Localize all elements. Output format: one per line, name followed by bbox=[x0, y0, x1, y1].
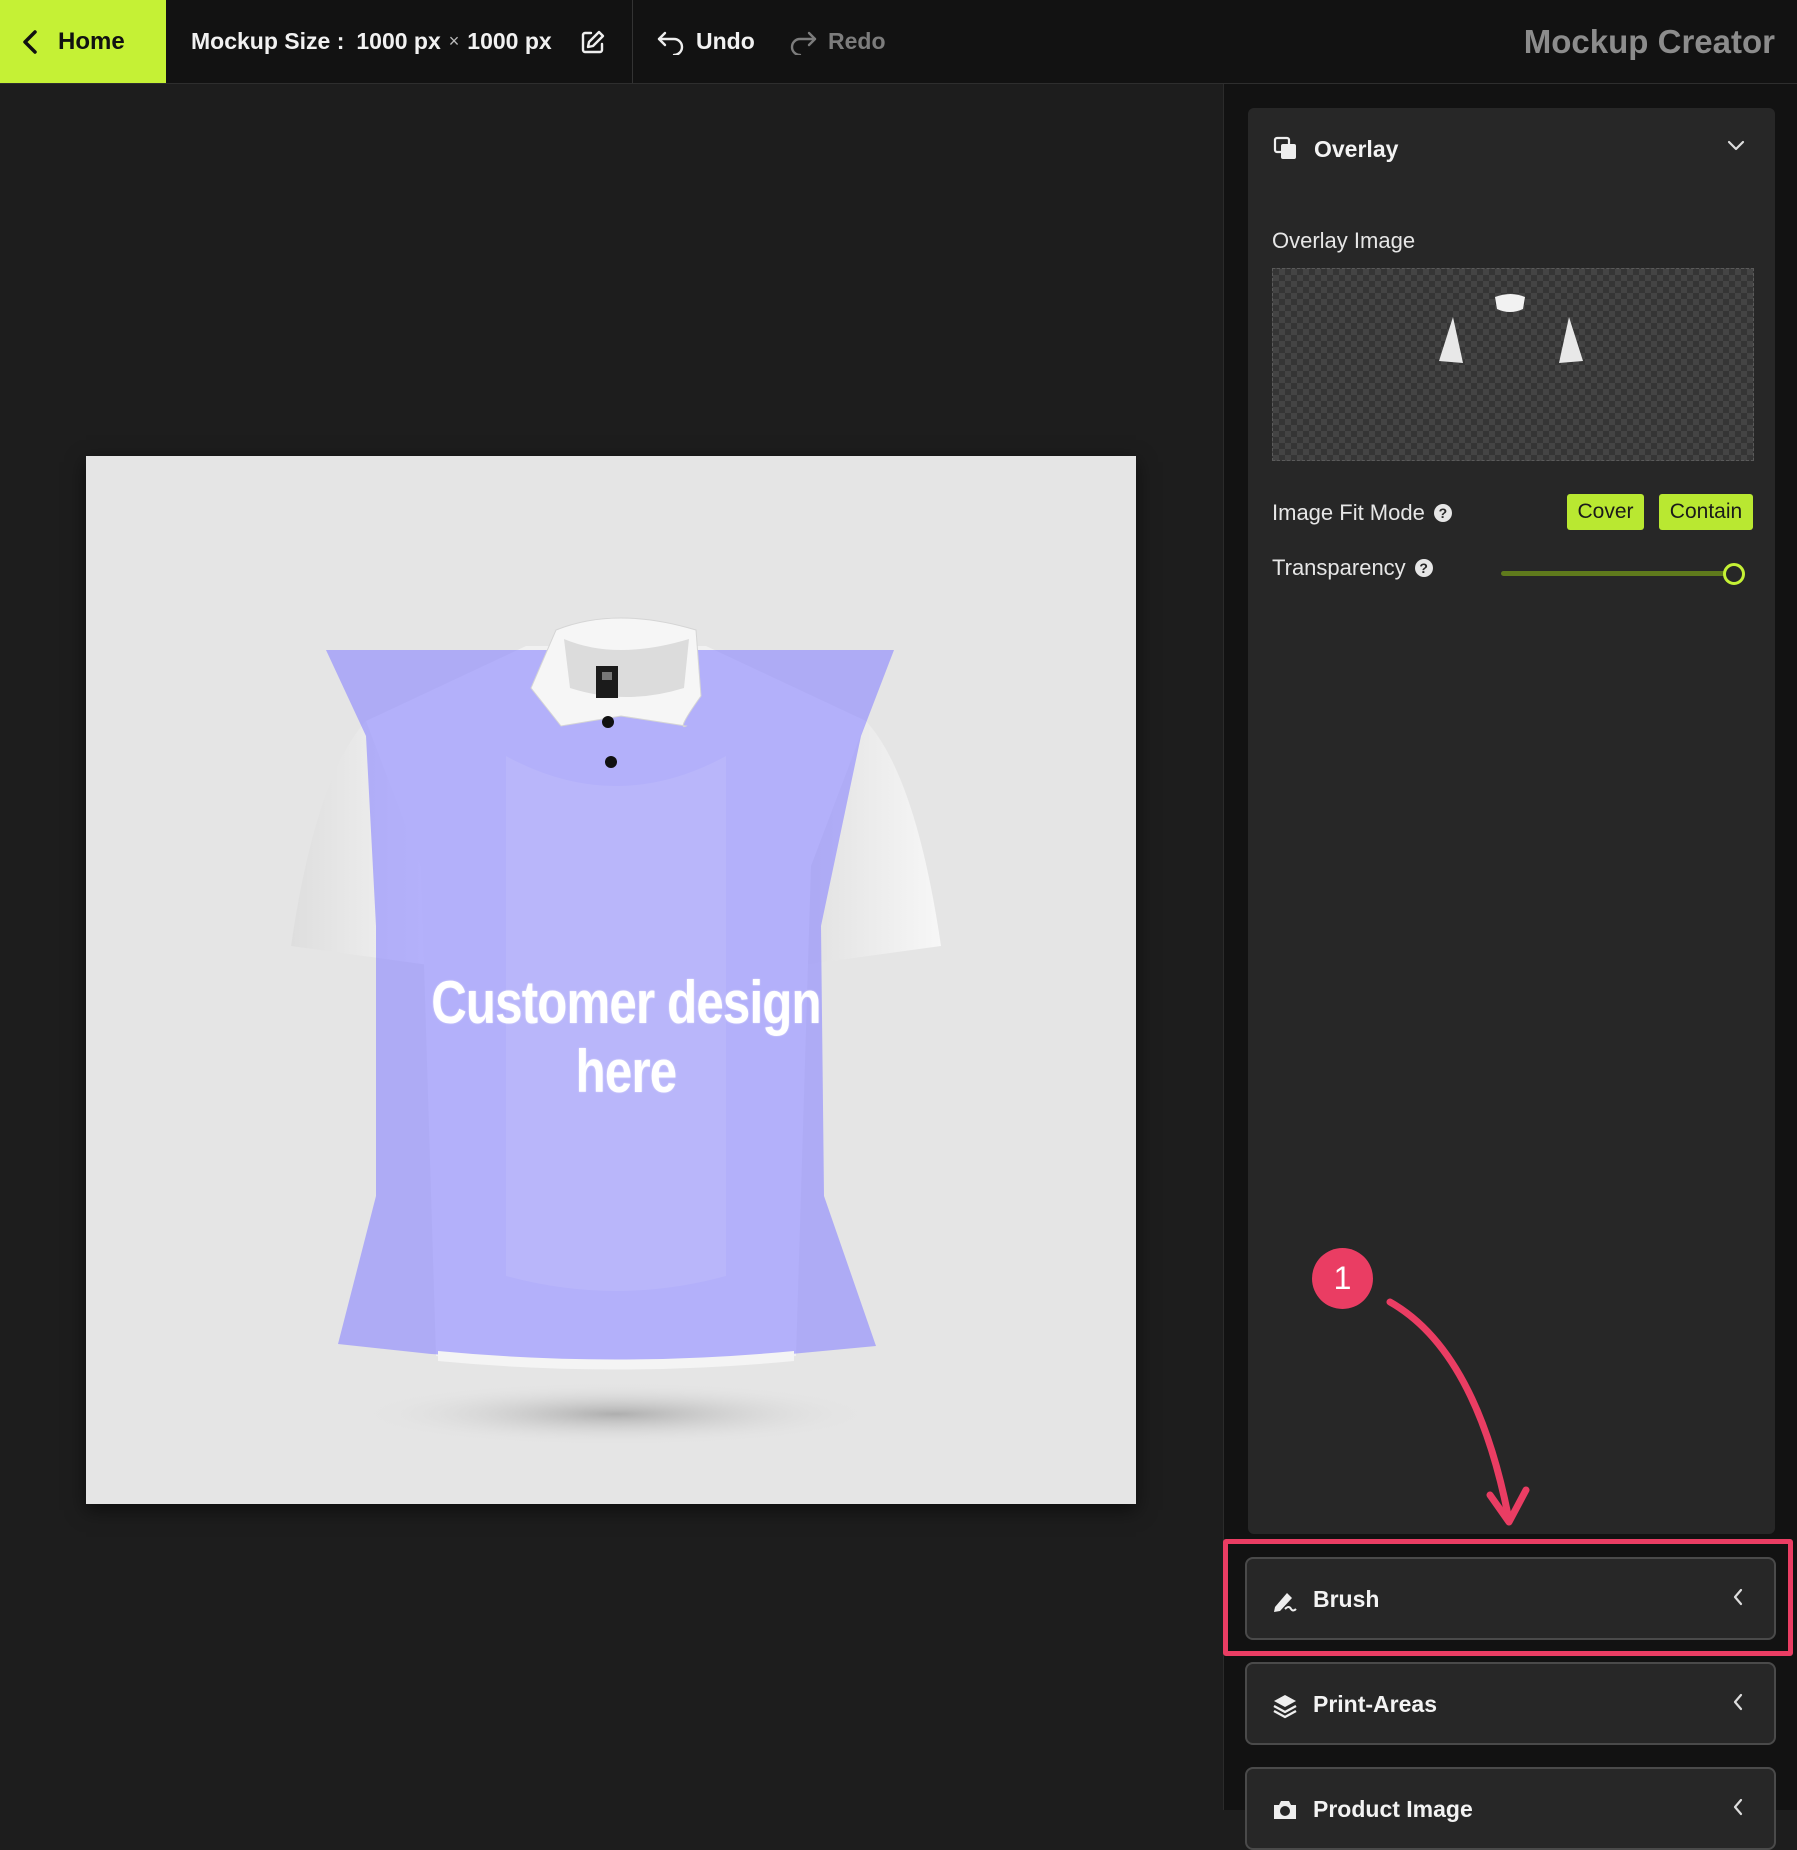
overlay-image-preview bbox=[1439, 294, 1583, 363]
slider-handle[interactable] bbox=[1723, 563, 1745, 585]
times-sign: × bbox=[448, 31, 460, 51]
mockup-size-group: Mockup Size : 1000 px × 1000 px bbox=[166, 0, 633, 83]
mockup-canvas[interactable]: Customer design here bbox=[86, 456, 1136, 1504]
edit-size-button[interactable] bbox=[580, 29, 606, 55]
print-areas-panel-header[interactable]: Print-Areas bbox=[1245, 1662, 1776, 1745]
chevron-left-icon bbox=[1733, 1798, 1743, 1816]
overlay-title: Overlay bbox=[1314, 136, 1399, 162]
brush-icon bbox=[1274, 1593, 1297, 1612]
undo-icon bbox=[657, 31, 684, 55]
product-image-panel-header[interactable]: Product Image bbox=[1245, 1767, 1776, 1850]
transparency-label: Transparency ? bbox=[1272, 555, 1433, 581]
design-placeholder-text: Customer design here bbox=[431, 969, 821, 1105]
overlay-image-label: Overlay Image bbox=[1272, 228, 1416, 253]
slider-track bbox=[1501, 571, 1731, 576]
fit-contain-button[interactable]: Contain bbox=[1659, 494, 1753, 530]
mockup-size-label: Mockup Size : bbox=[191, 28, 345, 54]
fit-cover-button[interactable]: Cover bbox=[1567, 494, 1644, 530]
app-title: Mockup Creator bbox=[1523, 22, 1775, 60]
edit-icon bbox=[581, 30, 604, 53]
step-badge: 1 bbox=[1312, 1248, 1373, 1309]
home-button[interactable]: Home bbox=[0, 0, 166, 83]
chevron-down-icon bbox=[1727, 140, 1745, 151]
top-bar: Home Mockup Size : 1000 px × 1000 px Und… bbox=[0, 0, 1797, 84]
help-icon[interactable]: ? bbox=[1433, 504, 1452, 522]
fit-mode-label: Image Fit Mode ? bbox=[1272, 500, 1452, 526]
mockup-width-value: 1000 px bbox=[356, 28, 441, 54]
copy-icon bbox=[1273, 136, 1296, 159]
transparency-text: Transparency bbox=[1272, 555, 1406, 580]
transparency-slider[interactable] bbox=[1501, 563, 1745, 585]
layers-icon bbox=[1273, 1695, 1297, 1719]
chevron-left-icon bbox=[1733, 1693, 1743, 1711]
print-areas-title: Print-Areas bbox=[1313, 1691, 1437, 1717]
fit-mode-text: Image Fit Mode bbox=[1272, 500, 1425, 525]
side-panel: Overlay Overlay Image Image Fit Mode ? C… bbox=[1223, 84, 1797, 1850]
home-label: Home bbox=[58, 27, 125, 55]
canvas-area: Customer design here bbox=[0, 84, 1223, 1810]
help-icon[interactable]: ? bbox=[1414, 559, 1433, 577]
brush-title: Brush bbox=[1313, 1586, 1380, 1612]
mockup-height-value: 1000 px bbox=[467, 28, 552, 54]
brush-panel-header[interactable]: Brush bbox=[1245, 1557, 1776, 1640]
chevron-left-icon bbox=[23, 29, 37, 54]
redo-icon bbox=[790, 31, 817, 55]
undo-button[interactable]: Undo bbox=[656, 0, 755, 83]
redo-button[interactable]: Redo bbox=[788, 0, 886, 83]
redo-label: Redo bbox=[828, 28, 886, 54]
undo-label: Undo bbox=[696, 28, 755, 54]
chevron-left-icon bbox=[1733, 1588, 1743, 1606]
curved-arrow-icon bbox=[1386, 1298, 1530, 1526]
camera-icon bbox=[1274, 1801, 1296, 1819]
overlay-panel-header[interactable]: Overlay bbox=[1248, 108, 1775, 190]
overlay-image-dropzone[interactable] bbox=[1272, 268, 1754, 461]
